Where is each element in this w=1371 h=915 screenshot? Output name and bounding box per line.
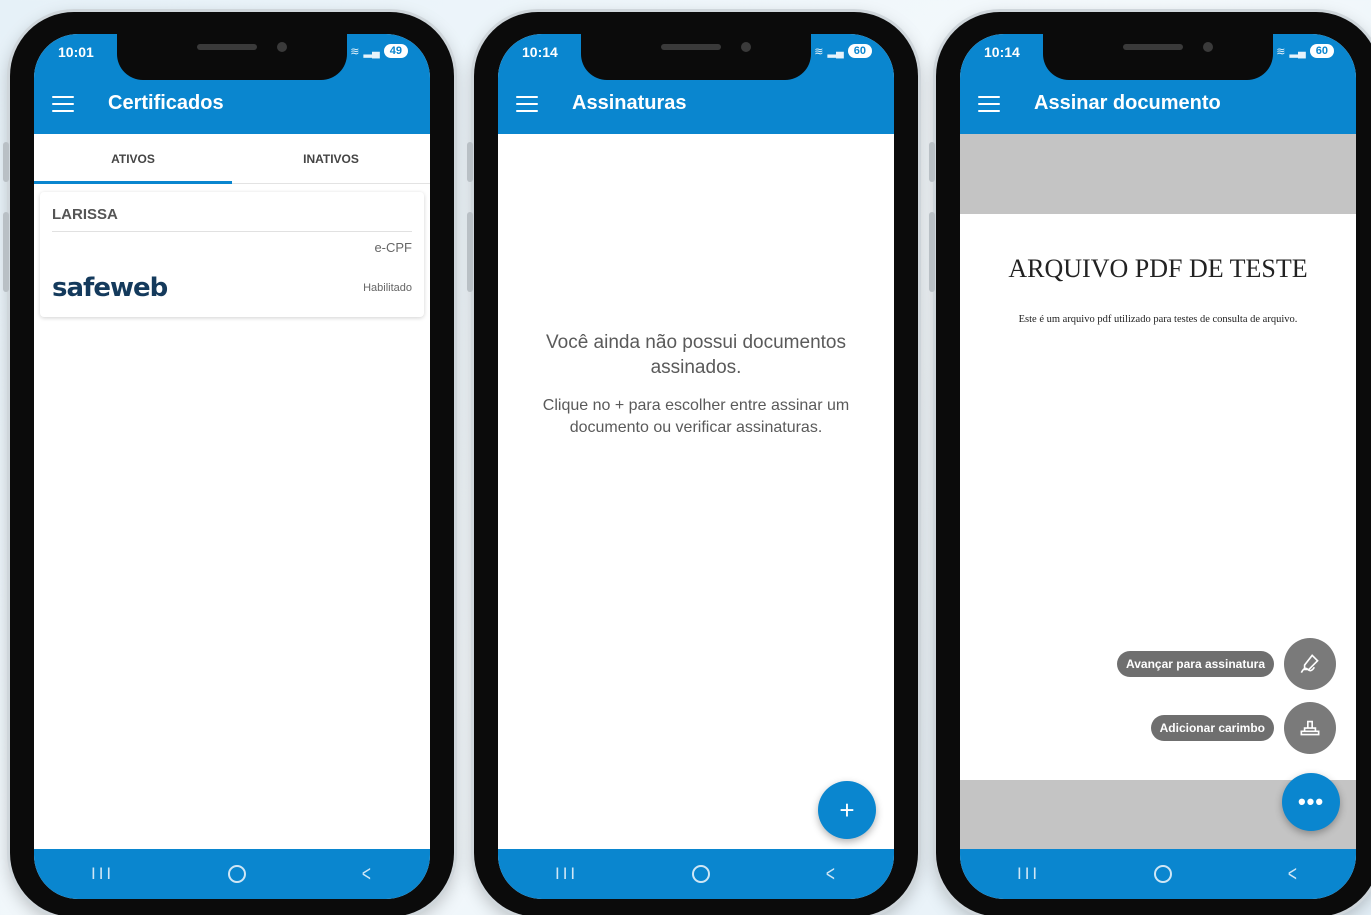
system-nav-bar: III < [34,849,430,899]
page-title: Certificados [108,92,224,114]
wifi-icon: ≋ [814,45,824,58]
sign-action-label[interactable]: Avançar para assinatura [1117,651,1274,677]
wifi-icon: ≋ [350,45,360,58]
certificate-name: LARISSA [52,206,412,232]
tab-ativos[interactable]: ATIVOS [34,134,232,183]
camera-notch [581,34,811,80]
empty-state-title: Você ainda não possui documentos assinad… [546,332,846,378]
add-icon: + [839,794,855,825]
safeweb-logo: safeweb [52,273,168,303]
battery-icon: 49 [383,44,408,58]
tab-bar: ATIVOS INATIVOS [34,134,430,184]
menu-icon[interactable] [516,96,538,112]
signal-icon: ▂▄ [1289,45,1306,58]
back-button[interactable]: < [1288,861,1297,887]
home-button[interactable] [1154,865,1173,883]
camera-notch [1043,34,1273,80]
certificate-type: e-CPF [374,240,412,255]
power-button [467,212,473,292]
status-time: 10:14 [522,44,558,60]
wifi-icon: ≋ [1276,45,1286,58]
speed-dial-stamp: Adicionar carimbo [1150,702,1336,754]
empty-state-hint: Clique no + para escolher entre assinar … [542,397,850,436]
recent-apps-button[interactable]: III [555,864,578,884]
page-title: Assinaturas [572,92,687,114]
stamp-action-label[interactable]: Adicionar carimbo [1150,715,1274,741]
pdf-document-body: Este é um arquivo pdf utilizado para tes… [1018,314,1298,325]
status-time: 10:01 [58,44,94,60]
pdf-document-title: ARQUIVO PDF DE TESTE [1008,254,1308,283]
volume-button [929,142,935,182]
battery-icon: 60 [847,44,872,58]
certificate-status: Habilitado [363,282,412,294]
status-icons: ≋ ▂▄ 49 [350,44,408,58]
page-title: Assinar documento [1034,92,1221,114]
screen-assinar-documento: 10:14 ≋ ▂▄ 60 Assinar documento ARQUIVO … [960,34,1356,899]
stamp-icon[interactable] [1284,702,1336,754]
power-button [929,212,935,292]
signal-icon: ▂▄ [363,45,380,58]
volume-button [467,142,473,182]
screen-assinaturas: 10:14 ≋ ▂▄ 60 Assinaturas Você ainda não… [498,34,894,899]
more-icon: ••• [1297,789,1325,814]
home-button[interactable] [692,865,711,883]
battery-icon: 60 [1309,44,1334,58]
menu-icon[interactable] [52,96,74,112]
phone-frame-certificados: 10:01 ≋ ▂▄ 49 Certificados ATIVOS INATIV… [3,12,454,915]
more-options-button[interactable]: ••• [1282,773,1340,831]
recent-apps-button[interactable]: III [91,864,114,884]
menu-icon[interactable] [978,96,1000,112]
empty-state: Você ainda não possui documentos assinad… [518,330,874,439]
pen-icon[interactable] [1284,638,1336,690]
status-icons: ≋ ▂▄ 60 [814,44,872,58]
signal-icon: ▂▄ [827,45,844,58]
phone-frame-assinar-documento: 10:14 ≋ ▂▄ 60 Assinar documento ARQUIVO … [929,12,1371,915]
system-nav-bar: III < [960,849,1356,899]
volume-button [3,142,9,182]
pdf-page[interactable]: ARQUIVO PDF DE TESTE Este é um arquivo p… [960,214,1356,780]
back-button[interactable]: < [826,861,835,887]
pdf-viewer-margin-top [960,134,1356,214]
system-nav-bar: III < [498,849,894,899]
certificate-card[interactable]: LARISSA e-CPF safeweb Habilitado [40,192,424,317]
camera-notch [117,34,347,80]
status-icons: ≋ ▂▄ 60 [1276,44,1334,58]
back-button[interactable]: < [362,861,371,887]
speed-dial-sign: Avançar para assinatura [1117,638,1336,690]
active-tab-indicator [34,181,232,184]
phone-frame-assinaturas: 10:14 ≋ ▂▄ 60 Assinaturas Você ainda não… [467,12,918,915]
add-button[interactable]: + [818,781,876,839]
screen-certificados: 10:01 ≋ ▂▄ 49 Certificados ATIVOS INATIV… [34,34,430,899]
home-button[interactable] [228,865,247,883]
tab-inativos[interactable]: INATIVOS [232,134,430,183]
status-time: 10:14 [984,44,1020,60]
recent-apps-button[interactable]: III [1017,864,1040,884]
power-button [3,212,9,292]
